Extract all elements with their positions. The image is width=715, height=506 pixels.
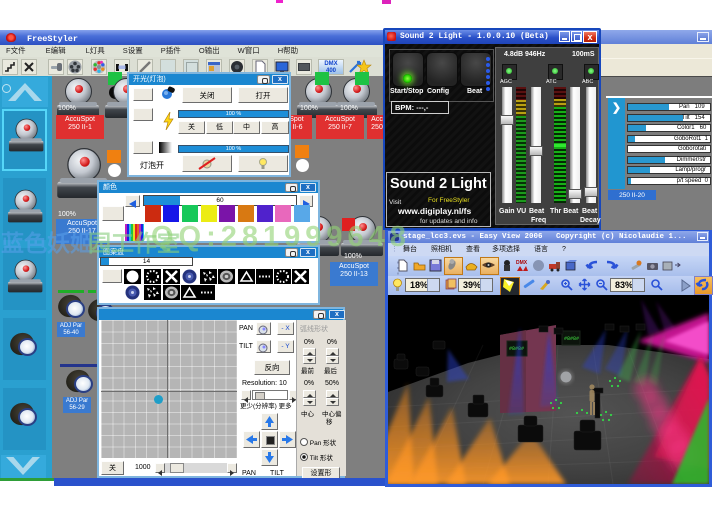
svg-text:#8#8#: #8#8# <box>509 346 524 352</box>
svg-text:DMX: DMX <box>516 260 528 266</box>
svg-text:#8#8#: #8#8# <box>564 336 579 342</box>
